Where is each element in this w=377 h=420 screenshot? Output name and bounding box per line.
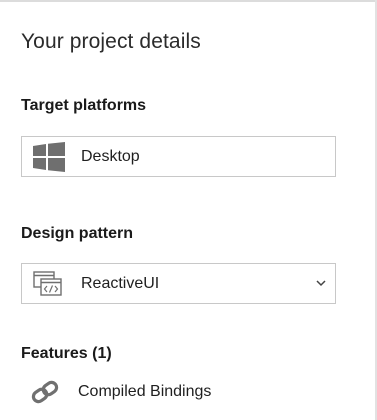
- design-pattern-label: Design pattern: [21, 225, 134, 242]
- target-platform-text: Desktop: [81, 147, 140, 165]
- code-window-icon: [33, 270, 63, 297]
- windows-logo-icon: [33, 141, 65, 172]
- feature-item-compiled-bindings[interactable]: Compiled Bindings: [21, 374, 321, 410]
- panel-title: Your project details: [21, 30, 201, 53]
- target-platforms-label: Target platforms: [21, 97, 147, 114]
- link-icon: [29, 379, 61, 410]
- design-pattern-dropdown[interactable]: ReactiveUI: [21, 263, 336, 304]
- feature-text: Compiled Bindings: [78, 383, 212, 400]
- target-platform-desktop[interactable]: Desktop: [21, 136, 336, 177]
- design-pattern-text: ReactiveUI: [81, 274, 160, 292]
- project-details-panel: Your project details Target platforms De…: [0, 0, 377, 420]
- features-label: Features (1): [21, 345, 112, 362]
- chevron-down-icon[interactable]: [315, 278, 327, 290]
- top-divider: [0, 0, 377, 2]
